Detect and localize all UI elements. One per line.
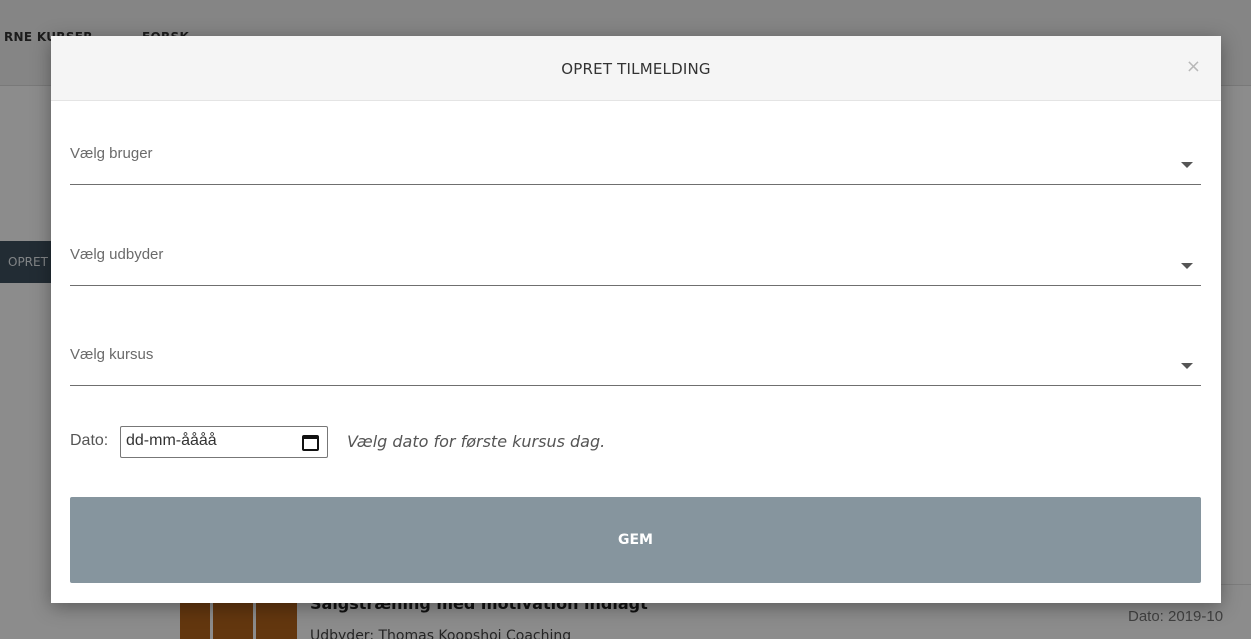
date-label: Dato: [70,432,109,449]
provider-select[interactable]: Vælg udbyder [70,236,1201,286]
close-icon[interactable]: × [1186,56,1201,77]
create-enrollment-modal: OPRET TILMELDING × Vælg bruger Vælg udby… [51,36,1221,603]
chevron-down-icon [1181,263,1193,269]
provider-select-label: Vælg udbyder [70,246,164,263]
save-button-label: GEM [618,532,653,548]
date-placeholder: dd-mm-åååå [126,432,217,449]
calendar-icon[interactable] [302,435,319,451]
save-button[interactable]: GEM [70,497,1201,583]
course-select[interactable]: Vælg kursus [70,336,1201,386]
chevron-down-icon [1181,162,1193,168]
modal-title: OPRET TILMELDING [561,60,711,78]
date-row: Dato: dd-mm-åååå Vælg dato for første ku… [70,426,770,458]
chevron-down-icon [1181,363,1193,369]
user-select[interactable]: Vælg bruger [70,135,1201,185]
modal-header: OPRET TILMELDING × [51,36,1221,101]
date-hint: Vælg dato for første kursus dag. [347,432,606,451]
user-select-label: Vælg bruger [70,145,153,162]
course-select-label: Vælg kursus [70,346,154,363]
date-input[interactable]: dd-mm-åååå [120,426,328,458]
